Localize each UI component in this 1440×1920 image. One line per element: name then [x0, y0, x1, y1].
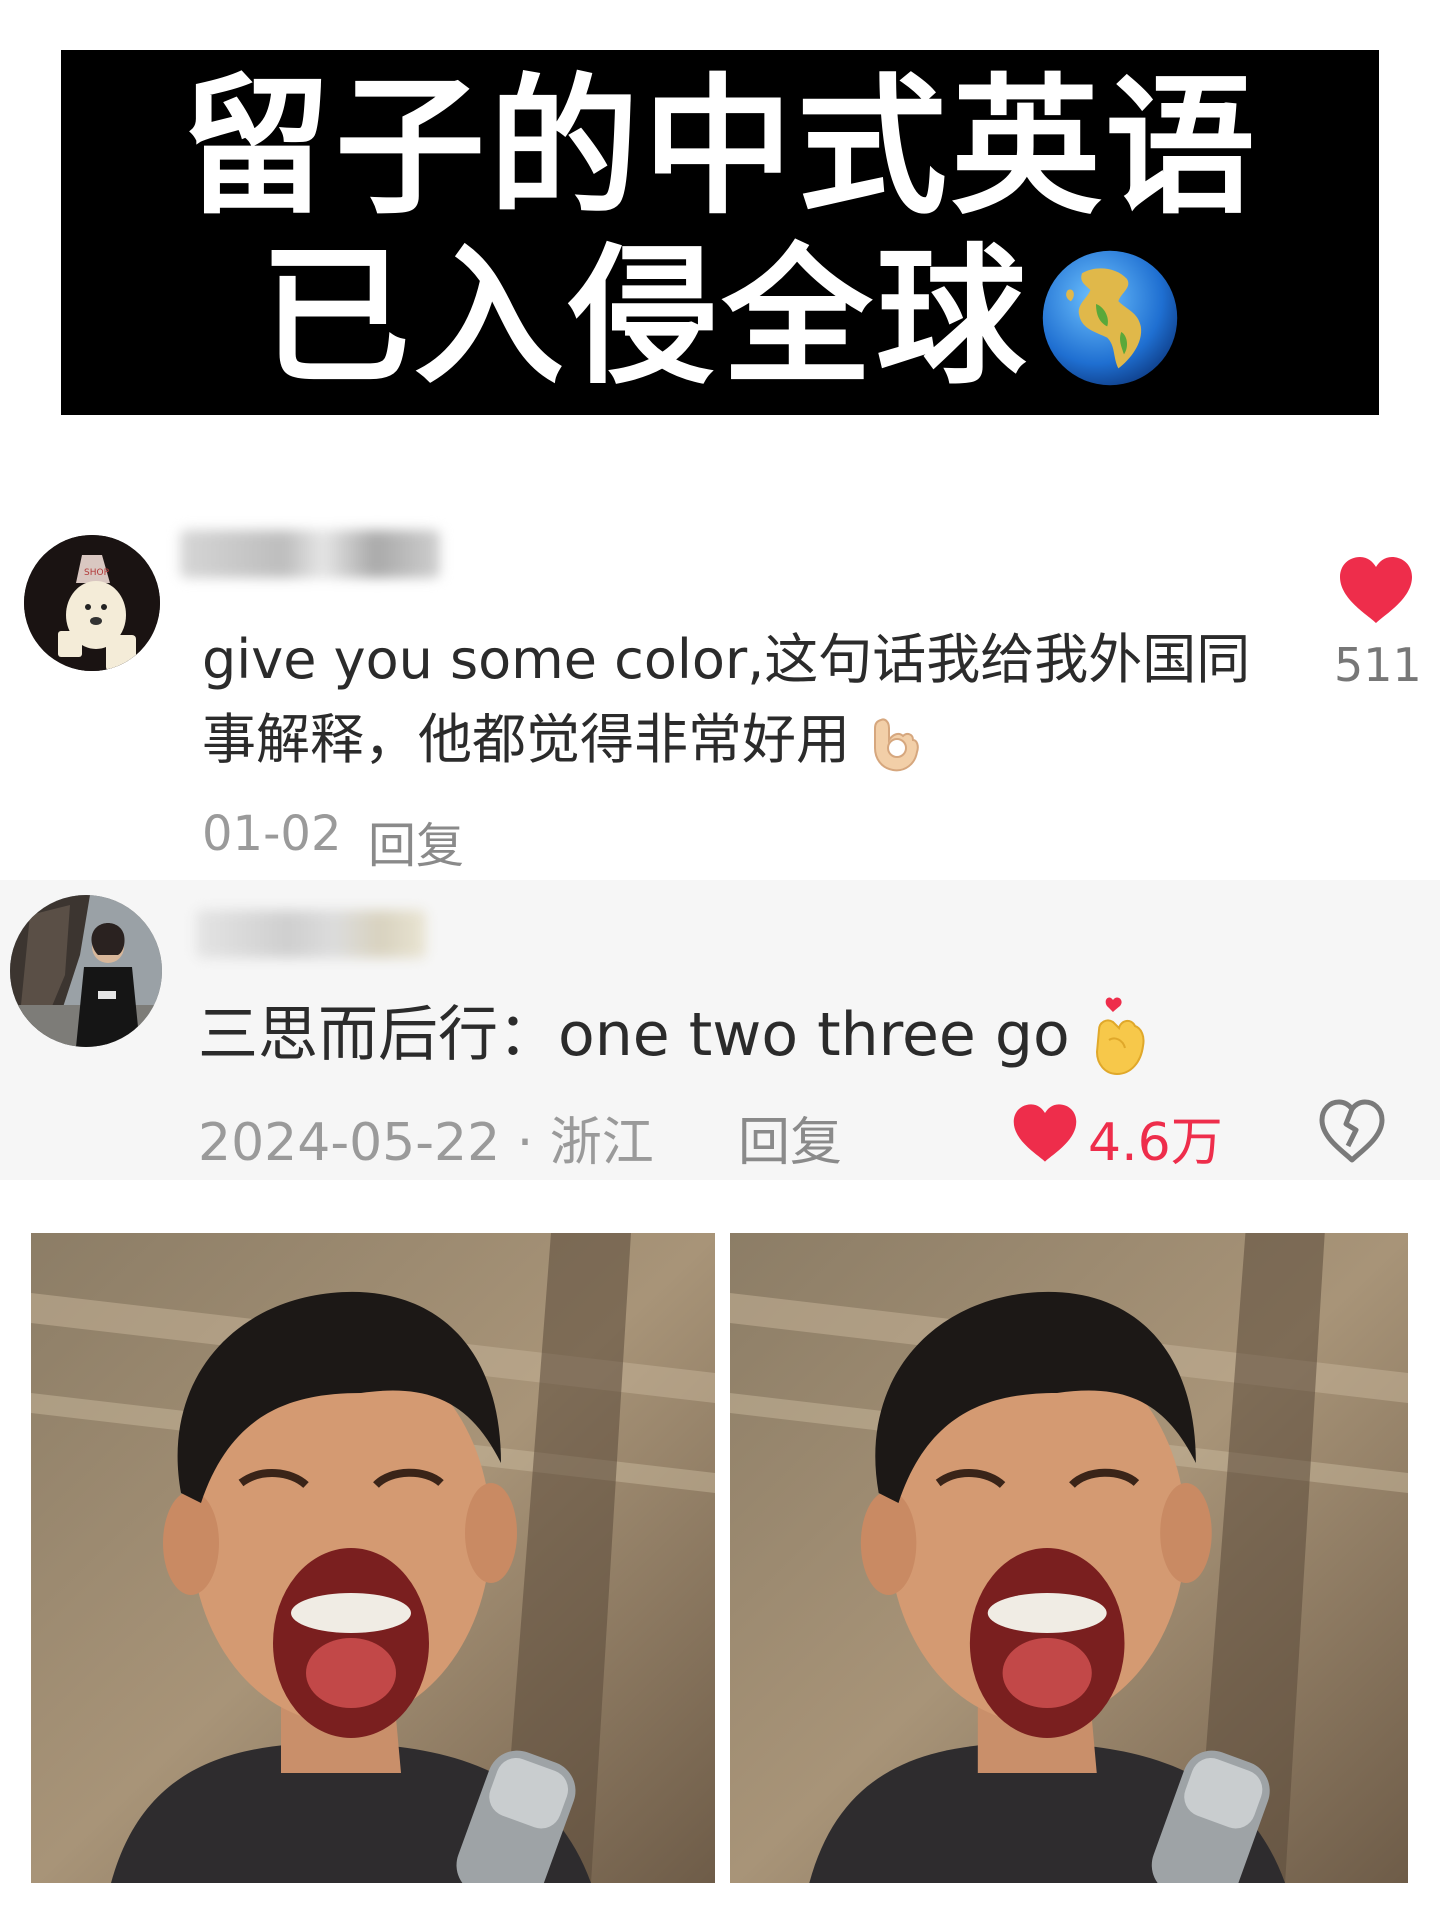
comment-item: 三思而后行：one two three go 2024-05-22 · 浙江 回…	[0, 880, 1440, 1180]
title-line-2-row: 已入侵全球	[260, 233, 1180, 403]
screaming-man-image	[31, 1233, 715, 1883]
broken-heart-icon[interactable]	[1318, 1098, 1386, 1164]
globe-icon	[1042, 250, 1178, 385]
meme-photo	[31, 1233, 715, 1883]
comment-date: 01-02	[202, 806, 342, 862]
avatar[interactable]	[10, 895, 162, 1047]
title-banner: 留子的中式英语 已入侵全球	[61, 50, 1379, 415]
title-line-2: 已入侵全球	[259, 230, 1030, 405]
comment-body: 三思而后行：one two three go	[198, 1000, 1070, 1070]
avatar-person-icon	[10, 895, 162, 1047]
heart-icon[interactable]	[1012, 1102, 1078, 1164]
heart-icon[interactable]	[1338, 555, 1414, 625]
like-count: 4.6万	[1088, 1113, 1223, 1173]
title-line-1: 留子的中式英语	[180, 60, 1259, 235]
avatar-cartoon-dog-icon: SHOP	[24, 535, 160, 671]
avatar[interactable]: SHOP	[24, 535, 160, 671]
hand-heart-icon	[1095, 997, 1145, 1076]
comment-text: 三思而后行：one two three go	[198, 990, 1198, 1080]
username-blurred[interactable]	[196, 910, 426, 958]
reply-button[interactable]: 回复	[368, 806, 464, 876]
ok-hand-icon	[874, 718, 919, 772]
comment-body: give you some color,这句话我给我外国同事解释，他都觉得非常好…	[202, 628, 1251, 771]
comment-item: SHOP give you some color,这句话我给我外国同事解释，他都…	[0, 520, 1440, 880]
username-blurred[interactable]	[180, 530, 440, 578]
reply-button[interactable]: 回复	[738, 1100, 842, 1175]
like-count: 511	[1334, 638, 1422, 692]
meme-photo	[730, 1233, 1408, 1883]
screaming-man-image	[730, 1233, 1408, 1883]
svg-text:SHOP: SHOP	[84, 568, 110, 578]
comment-text: give you some color,这句话我给我外国同事解释，他都觉得非常好…	[202, 620, 1262, 780]
comment-date: 2024-05-22 · 浙江	[198, 1113, 654, 1173]
